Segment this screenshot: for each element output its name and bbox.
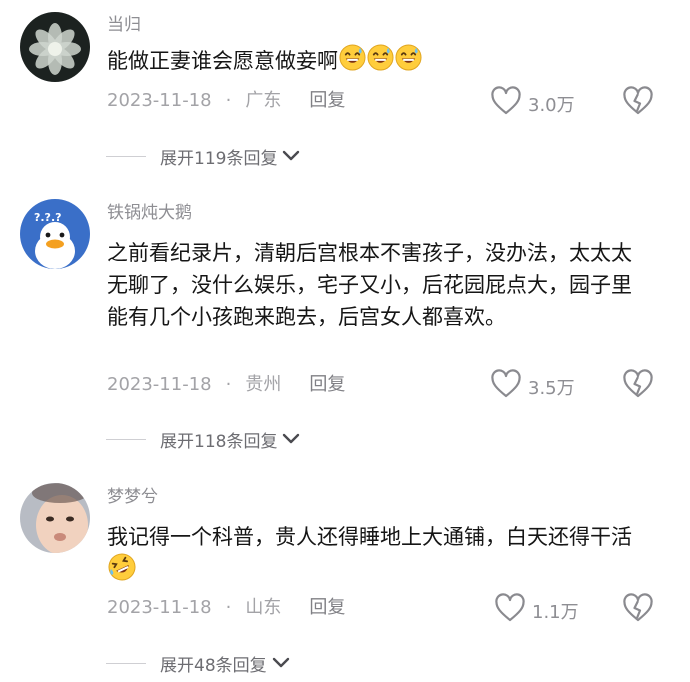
heart-icon bbox=[490, 86, 528, 121]
comment-meta: 2023-11-18 · 广东 回复 bbox=[107, 89, 345, 113]
like-count: 3.0万 bbox=[528, 94, 575, 116]
heart-icon bbox=[494, 593, 532, 628]
grinning-sweat-emoji bbox=[367, 44, 394, 80]
svg-text:?.?.?: ?.?.? bbox=[34, 211, 62, 224]
comment-location: 贵州 bbox=[245, 374, 282, 395]
reply-button[interactable]: 回复 bbox=[309, 597, 345, 618]
chevron-down-icon bbox=[277, 430, 301, 450]
avatar[interactable]: ?.?.? bbox=[20, 199, 90, 269]
dislike-button[interactable] bbox=[622, 593, 654, 627]
comment-date: 2023-11-18 bbox=[107, 597, 212, 618]
broken-heart-icon bbox=[622, 369, 654, 403]
reply-button[interactable]: 回复 bbox=[309, 374, 345, 395]
comment-date: 2023-11-18 bbox=[107, 374, 212, 395]
heart-icon bbox=[490, 369, 528, 404]
comment-text: 我记得一个科普，贵人还得睡地上大通铺，白天还得干活 bbox=[107, 521, 652, 590]
expand-replies-button[interactable]: 展开118条回复 bbox=[106, 427, 301, 452]
divider-line bbox=[106, 663, 146, 664]
avatar[interactable] bbox=[20, 483, 90, 553]
like-button[interactable]: 3.5万 bbox=[490, 369, 575, 404]
chevron-down-icon bbox=[277, 147, 301, 167]
comment-text-content: 能做正妻谁会愿意做妾啊 bbox=[107, 49, 338, 73]
broken-heart-icon bbox=[622, 86, 654, 120]
expand-replies-button[interactable]: 展开48条回复 bbox=[106, 651, 291, 676]
username[interactable]: 梦梦兮 bbox=[107, 486, 158, 508]
comment-location: 广东 bbox=[245, 90, 282, 111]
comment-date: 2023-11-18 bbox=[107, 90, 212, 111]
dislike-button[interactable] bbox=[622, 86, 654, 120]
grinning-sweat-emoji bbox=[395, 44, 422, 80]
comment-text: 之前看纪录片，清朝后宫根本不害孩子，没办法，太太太无聊了，没什么娱乐，宅子又小，… bbox=[107, 237, 652, 333]
like-button[interactable]: 3.0万 bbox=[490, 86, 575, 121]
comment-text-content: 我记得一个科普，贵人还得睡地上大通铺，白天还得干活 bbox=[107, 525, 632, 549]
comment-location: 山东 bbox=[245, 597, 282, 618]
username[interactable]: 铁锅炖大鹅 bbox=[107, 202, 192, 224]
like-count: 1.1万 bbox=[532, 601, 579, 623]
rolling-laughing-emoji bbox=[108, 553, 136, 590]
expand-replies-label: 展开48条回复 bbox=[160, 656, 267, 676]
comment-text-content: 之前看纪录片，清朝后宫根本不害孩子，没办法，太太太无聊了，没什么娱乐，宅子又小，… bbox=[107, 241, 632, 329]
expand-replies-label: 展开119条回复 bbox=[160, 149, 278, 169]
separator-dot: · bbox=[225, 374, 232, 395]
comment-meta: 2023-11-18 · 贵州 回复 bbox=[107, 373, 345, 397]
broken-heart-icon bbox=[622, 593, 654, 627]
avatar[interactable] bbox=[20, 12, 90, 82]
like-button[interactable]: 1.1万 bbox=[494, 593, 579, 628]
expand-replies-button[interactable]: 展开119条回复 bbox=[106, 144, 301, 169]
separator-dot: · bbox=[225, 90, 232, 111]
grinning-sweat-emoji bbox=[339, 44, 366, 80]
divider-line bbox=[106, 156, 146, 157]
username[interactable]: 当归 bbox=[107, 14, 141, 36]
divider-line bbox=[106, 439, 146, 440]
comment-meta: 2023-11-18 · 山东 回复 bbox=[107, 596, 345, 620]
reply-button[interactable]: 回复 bbox=[309, 90, 345, 111]
separator-dot: · bbox=[225, 597, 232, 618]
comment-text: 能做正妻谁会愿意做妾啊 bbox=[107, 44, 652, 80]
dislike-button[interactable] bbox=[622, 369, 654, 403]
expand-replies-label: 展开118条回复 bbox=[160, 432, 278, 452]
chevron-down-icon bbox=[267, 654, 291, 674]
like-count: 3.5万 bbox=[528, 377, 575, 399]
